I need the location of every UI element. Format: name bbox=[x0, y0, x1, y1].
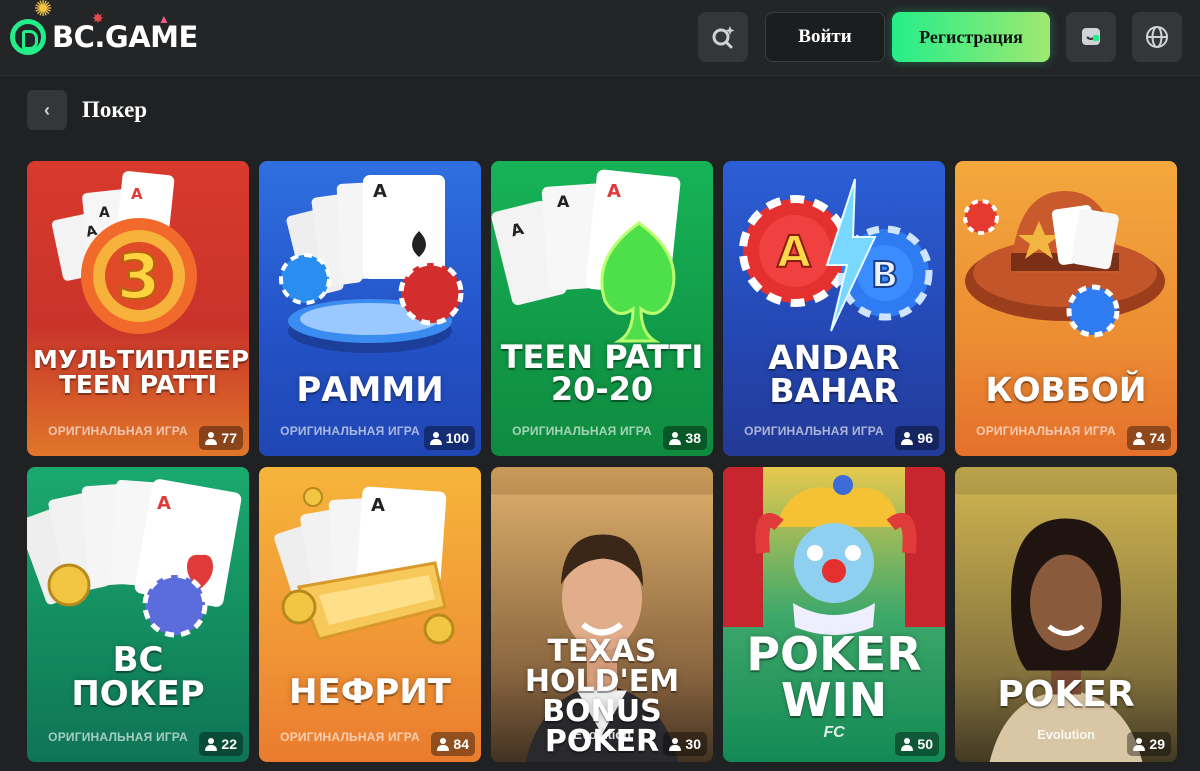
game-card[interactable]: A НЕФРИТ ОРИГИНАЛЬНАЯ ИГРА 84 bbox=[259, 467, 481, 762]
game-card[interactable]: КОВБОЙ ОРИГИНАЛЬНАЯ ИГРА 74 bbox=[955, 161, 1177, 456]
game-provider: ОРИГИНАЛЬНАЯ ИГРА bbox=[280, 424, 420, 438]
person-icon bbox=[901, 431, 914, 445]
player-count: 50 bbox=[917, 736, 933, 752]
game-card[interactable]: A РАММИ ОРИГИНАЛЬНАЯ ИГРА 100 bbox=[259, 161, 481, 456]
player-count-badge: 84 bbox=[431, 732, 475, 756]
person-icon bbox=[669, 737, 682, 751]
svg-text:B: B bbox=[871, 255, 898, 296]
player-count-badge: 96 bbox=[895, 426, 939, 450]
player-count: 22 bbox=[221, 736, 237, 752]
player-count-badge: 22 bbox=[199, 732, 243, 756]
person-icon bbox=[429, 431, 442, 445]
games-grid: A A A 3 МУЛЬТИПЛЕЕР TEEN PATTI ОРИГИНАЛЬ… bbox=[27, 161, 1177, 762]
game-card[interactable]: POKER Evolution 29 bbox=[955, 467, 1177, 762]
game-title: МУЛЬТИПЛЕЕР TEEN PATTI bbox=[33, 345, 249, 399]
game-title: POKER bbox=[997, 674, 1135, 715]
player-count: 77 bbox=[221, 430, 237, 446]
game-provider: ОРИГИНАЛЬНАЯ ИГРА bbox=[976, 424, 1116, 438]
player-count-badge: 77 bbox=[199, 426, 243, 450]
game-art: A bbox=[274, 486, 455, 645]
back-button[interactable]: ‹ bbox=[27, 90, 67, 130]
game-card[interactable]: A A A TEEN PATTI 20-20 ОРИГИНАЛЬНАЯ ИГРА… bbox=[491, 161, 713, 456]
game-title: КОВБОЙ bbox=[985, 370, 1147, 409]
player-count-badge: 30 bbox=[663, 732, 707, 756]
logo-text: BC.GAME bbox=[52, 20, 198, 54]
game-art bbox=[963, 191, 1165, 338]
player-count-badge: 29 bbox=[1127, 732, 1171, 756]
svg-text:A: A bbox=[777, 227, 811, 278]
person-icon bbox=[1133, 431, 1146, 445]
game-title: РАММИ bbox=[296, 370, 444, 410]
globe-icon bbox=[1146, 26, 1168, 48]
person-icon bbox=[1133, 737, 1146, 751]
firework-icon: ✸ bbox=[92, 10, 104, 26]
svg-text:A: A bbox=[371, 495, 385, 516]
game-provider: ОРИГИНАЛЬНАЯ ИГРА bbox=[744, 424, 884, 438]
party-hat-icon: ▲ bbox=[158, 12, 170, 26]
player-count: 96 bbox=[917, 430, 933, 446]
game-title: POKER WIN bbox=[746, 627, 922, 727]
player-count-badge: 74 bbox=[1127, 426, 1171, 450]
player-count: 84 bbox=[453, 736, 469, 752]
svg-text:A: A bbox=[607, 181, 621, 202]
game-card[interactable]: A B ANDAR BAHAR ОРИГИНАЛЬНАЯ ИГРА 96 bbox=[723, 161, 945, 456]
chat-icon bbox=[1082, 28, 1100, 45]
game-provider: ОРИГИНАЛЬНАЯ ИГРА bbox=[48, 424, 188, 438]
game-card[interactable]: A A A 3 МУЛЬТИПЛЕЕР TEEN PATTI ОРИГИНАЛЬ… bbox=[27, 161, 249, 456]
chevron-left-icon: ‹ bbox=[44, 99, 50, 120]
game-title: НЕФРИТ bbox=[289, 672, 451, 712]
player-count-badge: 50 bbox=[895, 732, 939, 756]
game-provider: ОРИГИНАЛЬНАЯ ИГРА bbox=[48, 730, 188, 744]
chat-button[interactable] bbox=[1066, 12, 1116, 62]
player-count: 100 bbox=[445, 430, 469, 446]
player-count: 29 bbox=[1149, 736, 1165, 752]
svg-text:A: A bbox=[99, 205, 110, 221]
svg-text:A: A bbox=[157, 493, 171, 514]
person-icon bbox=[205, 737, 218, 751]
game-provider: ОРИГИНАЛЬНАЯ ИГРА bbox=[512, 424, 652, 438]
game-title: TEEN PATTI 20-20 bbox=[500, 338, 704, 408]
search-sparkle-icon bbox=[712, 26, 735, 49]
search-button[interactable] bbox=[698, 12, 748, 62]
game-title: ANDAR BAHAR bbox=[768, 338, 900, 410]
person-icon bbox=[205, 431, 218, 445]
language-button[interactable] bbox=[1132, 12, 1182, 62]
register-button[interactable]: Регистрация bbox=[892, 12, 1050, 62]
player-count-badge: 38 bbox=[663, 426, 707, 450]
player-count: 74 bbox=[1149, 430, 1165, 446]
game-card[interactable]: A BC ПОКЕР ОРИГИНАЛЬНАЯ ИГРА 22 bbox=[27, 467, 249, 762]
svg-text:A: A bbox=[557, 192, 570, 211]
player-count: 38 bbox=[685, 430, 701, 446]
player-count: 30 bbox=[685, 736, 701, 752]
login-button[interactable]: Войти bbox=[765, 12, 885, 62]
person-icon bbox=[669, 431, 682, 445]
game-art: A bbox=[279, 175, 464, 353]
person-icon bbox=[437, 737, 450, 751]
game-card[interactable]: POKER WIN FC 50 bbox=[723, 467, 945, 762]
player-count-badge: 100 bbox=[423, 426, 475, 450]
top-header: BC.GAME ✺ ✸ ▲ Войти Регистрация bbox=[0, 0, 1200, 76]
game-provider: ОРИГИНАЛЬНАЯ ИГРА bbox=[280, 730, 420, 744]
person-icon bbox=[901, 737, 914, 751]
game-card[interactable]: TEXAS HOLD'EM BONUS POKER Evolution 30 bbox=[491, 467, 713, 762]
svg-text:3: 3 bbox=[117, 240, 160, 313]
svg-text:A: A bbox=[131, 185, 143, 203]
svg-text:A: A bbox=[373, 181, 387, 202]
firework-icon: ✺ bbox=[34, 0, 53, 21]
game-art bbox=[955, 494, 1177, 762]
page-title: Покер bbox=[82, 97, 148, 122]
bc-logo-icon bbox=[10, 19, 46, 55]
game-title: BC ПОКЕР bbox=[71, 640, 205, 714]
